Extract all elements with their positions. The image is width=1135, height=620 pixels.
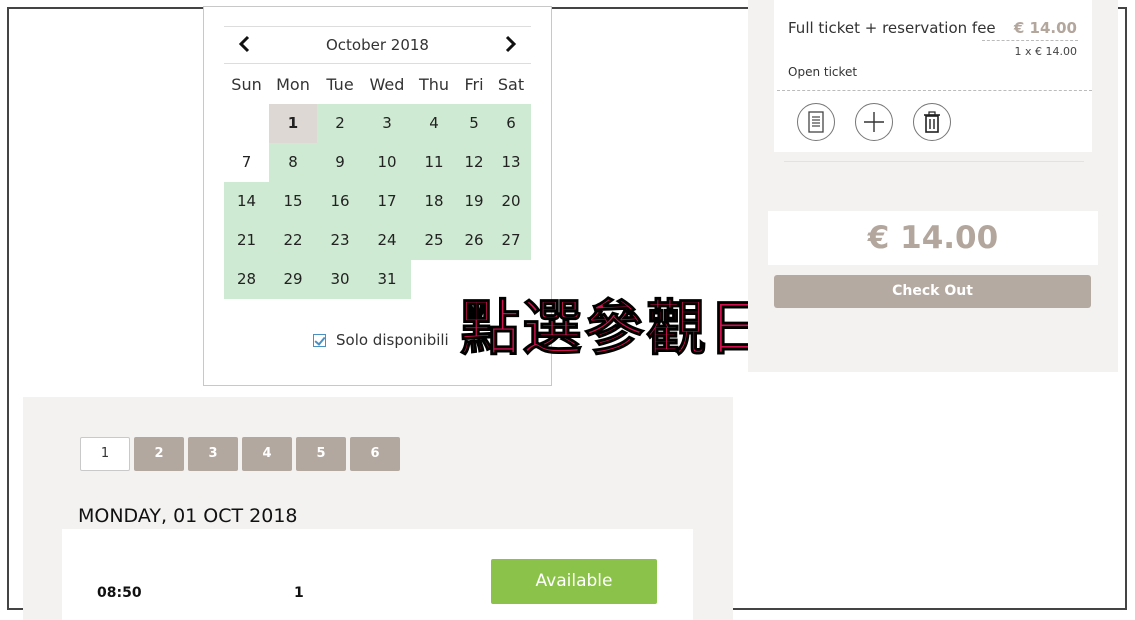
calendar-day[interactable]: 5 xyxy=(457,104,491,143)
trash-icon xyxy=(924,111,940,133)
only-available-label: Solo disponibili xyxy=(336,331,449,349)
calendar-day[interactable]: 28 xyxy=(224,260,269,299)
weekday-label: Sun xyxy=(231,75,262,94)
details-button[interactable] xyxy=(797,103,835,141)
calendar-day[interactable]: 13 xyxy=(491,143,531,182)
calendar-day[interactable]: 27 xyxy=(491,221,531,260)
calendar-day[interactable]: 24 xyxy=(363,221,411,260)
calendar-day[interactable]: 26 xyxy=(457,221,491,260)
add-item-button[interactable] xyxy=(855,103,893,141)
checkout-button[interactable]: Check Out xyxy=(774,275,1091,308)
ticket-quantity: 1 x € 14.00 xyxy=(1014,45,1078,58)
price-divider xyxy=(982,40,1078,41)
calendar-day[interactable]: 20 xyxy=(491,182,531,221)
page-button[interactable]: 1 xyxy=(80,437,130,471)
item-divider xyxy=(777,90,1092,91)
calendar-day: 7 xyxy=(241,153,252,171)
slot-count: 1 xyxy=(294,585,304,601)
available-button[interactable]: Available xyxy=(491,559,657,604)
calendar-month-title: October 2018 xyxy=(326,36,429,54)
calendar-day[interactable]: 19 xyxy=(457,182,491,221)
only-available-toggle[interactable]: Solo disponibili xyxy=(313,331,449,349)
weekday-label: Tue xyxy=(326,75,354,94)
plus-icon xyxy=(864,112,884,132)
calendar-day[interactable]: 4 xyxy=(411,104,457,143)
remove-item-button[interactable] xyxy=(913,103,951,141)
ticket-type: Open ticket xyxy=(788,65,858,79)
slot-time: 08:50 xyxy=(97,585,142,601)
calendar-day[interactable]: 3 xyxy=(363,104,411,143)
weekday-label: Sat xyxy=(497,75,525,94)
page-button[interactable]: 6 xyxy=(350,437,400,471)
chevron-right-icon xyxy=(505,35,517,53)
calendar-day[interactable]: 11 xyxy=(411,143,457,182)
cart-total: € 14.00 xyxy=(768,211,1098,265)
checkbox-checked-icon[interactable] xyxy=(313,333,326,347)
calendar-day[interactable]: 23 xyxy=(317,221,363,260)
calendar-day[interactable]: 12 xyxy=(457,143,491,182)
calendar-day[interactable]: 16 xyxy=(317,182,363,221)
document-icon xyxy=(808,111,824,133)
calendar-day[interactable]: 8 xyxy=(269,143,317,182)
calendar-day[interactable]: 18 xyxy=(411,182,457,221)
calendar-day[interactable]: 22 xyxy=(269,221,317,260)
calendar-day[interactable]: 15 xyxy=(269,182,317,221)
calendar-day[interactable]: 29 xyxy=(269,260,317,299)
calendar-day[interactable]: 25 xyxy=(411,221,457,260)
next-month-button[interactable] xyxy=(499,33,521,55)
calendar-day[interactable]: 30 xyxy=(317,260,363,299)
cart-divider xyxy=(784,161,1084,162)
date-heading: MONDAY, 01 OCT 2018 xyxy=(78,505,298,527)
page-button[interactable]: 2 xyxy=(134,437,184,471)
page-button[interactable]: 3 xyxy=(188,437,238,471)
ticket-name: Full ticket + reservation fee xyxy=(788,19,996,37)
page-button[interactable]: 4 xyxy=(242,437,292,471)
page-button[interactable]: 5 xyxy=(296,437,346,471)
calendar-header: October 2018 xyxy=(224,26,531,64)
ticket-price: € 14.00 xyxy=(1013,19,1077,37)
calendar-day[interactable]: 6 xyxy=(491,104,531,143)
calendar-day[interactable]: 17 xyxy=(363,182,411,221)
calendar-day[interactable]: 31 xyxy=(363,260,411,299)
weekday-label: Mon xyxy=(276,75,310,94)
calendar-day[interactable]: 9 xyxy=(317,143,363,182)
calendar-day[interactable]: 10 xyxy=(363,143,411,182)
weekday-label: Thu xyxy=(418,75,450,94)
calendar-day[interactable]: 21 xyxy=(224,221,269,260)
weekday-label: Wed xyxy=(369,75,405,94)
calendar-day[interactable]: 1 xyxy=(269,104,317,143)
weekday-label: Fri xyxy=(464,75,484,94)
calendar-day[interactable]: 2 xyxy=(317,104,363,143)
calendar-day[interactable]: 14 xyxy=(224,182,269,221)
